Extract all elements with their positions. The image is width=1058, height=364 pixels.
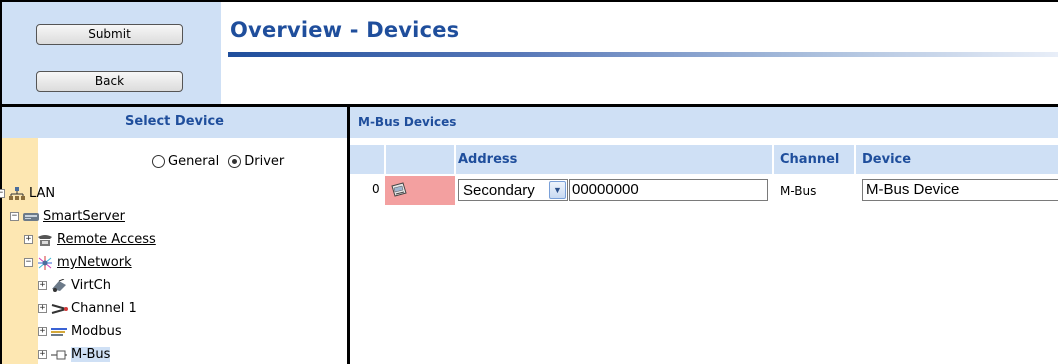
tree-node-smartserver[interactable]: − SmartServer xyxy=(10,209,125,224)
tree-gutter xyxy=(2,138,38,364)
channel-value: M-Bus xyxy=(780,184,817,198)
mbus-icon xyxy=(51,350,67,359)
submit-button[interactable]: Submit xyxy=(36,24,183,45)
server-icon xyxy=(23,212,39,221)
network-star-icon xyxy=(38,255,52,270)
tree-node-mynetwork[interactable]: − myNetwork xyxy=(24,255,132,270)
tree-label[interactable]: myNetwork xyxy=(57,255,132,270)
tree-node-mbus[interactable]: + M-Bus xyxy=(38,347,111,362)
column-header-device: Device xyxy=(862,152,912,167)
driver-radio[interactable] xyxy=(228,155,242,168)
tree-node-channel-1[interactable]: + Channel 1 xyxy=(38,301,137,316)
column-header-address: Address xyxy=(458,152,518,167)
expand-toggle-icon[interactable]: + xyxy=(38,281,47,290)
chevron-down-icon[interactable]: ▼ xyxy=(549,181,566,199)
general-radio[interactable] xyxy=(152,155,165,168)
device-name-input[interactable]: M-Bus Device xyxy=(862,179,1058,201)
tree-label: Modbus xyxy=(71,324,122,339)
tree-label[interactable]: Remote Access xyxy=(57,232,156,247)
phone-icon xyxy=(38,234,52,246)
tree-node-remote-access[interactable]: + Remote Access xyxy=(24,232,156,247)
table-header-row: Address Channel Device xyxy=(350,145,1058,174)
column-header-channel: Channel xyxy=(780,152,840,167)
tree-label: Channel 1 xyxy=(71,301,137,316)
driver-radio-label[interactable]: Driver xyxy=(244,154,284,169)
meter-device-icon[interactable] xyxy=(390,181,408,199)
address-mode-value: Secondary xyxy=(463,181,535,199)
expand-toggle-icon[interactable]: + xyxy=(38,304,47,313)
action-panel: Submit Back xyxy=(2,2,221,104)
virtual-channel-icon xyxy=(52,278,66,292)
tree-label[interactable]: SmartServer xyxy=(43,209,125,224)
select-device-header: Select Device xyxy=(2,107,347,138)
device-status-cell xyxy=(385,176,455,205)
address-input[interactable]: 00000000 xyxy=(569,179,768,201)
tree-label: LAN xyxy=(29,186,56,201)
row-index: 0 xyxy=(372,182,380,196)
tree-node-lan[interactable]: − LAN xyxy=(0,186,55,201)
collapse-toggle-icon[interactable]: − xyxy=(10,212,19,221)
expand-toggle-icon[interactable]: + xyxy=(38,327,47,336)
page-title: Overview - Devices xyxy=(230,18,460,42)
table-row: 0 Secondary ▼ 00000000 M-Bus M-Bus Devic… xyxy=(350,176,1058,205)
expand-toggle-icon[interactable]: + xyxy=(24,235,33,244)
collapse-toggle-icon[interactable]: − xyxy=(0,189,5,198)
title-underline xyxy=(228,52,1058,57)
tree-label: M-Bus xyxy=(71,347,111,362)
collapse-toggle-icon[interactable]: − xyxy=(24,258,33,267)
modbus-icon xyxy=(51,327,67,336)
tree-label: VirtCh xyxy=(71,278,111,293)
channel-icon xyxy=(51,303,68,314)
back-button[interactable]: Back xyxy=(36,71,183,92)
expand-toggle-icon[interactable]: + xyxy=(38,350,47,359)
address-mode-select[interactable]: Secondary ▼ xyxy=(458,179,568,201)
device-selector-panel: Select Device General Driver − LAN − Sma… xyxy=(0,107,347,364)
devices-panel: M-Bus Devices Address Channel Device 0 S… xyxy=(350,107,1058,364)
view-mode-radios: General Driver xyxy=(152,154,290,169)
tree-node-virtch[interactable]: + VirtCh xyxy=(38,278,111,293)
devices-panel-header: M-Bus Devices xyxy=(350,107,1058,138)
tree-node-modbus[interactable]: + Modbus xyxy=(38,324,122,339)
general-radio-label[interactable]: General xyxy=(168,154,219,169)
network-icon xyxy=(9,186,25,200)
